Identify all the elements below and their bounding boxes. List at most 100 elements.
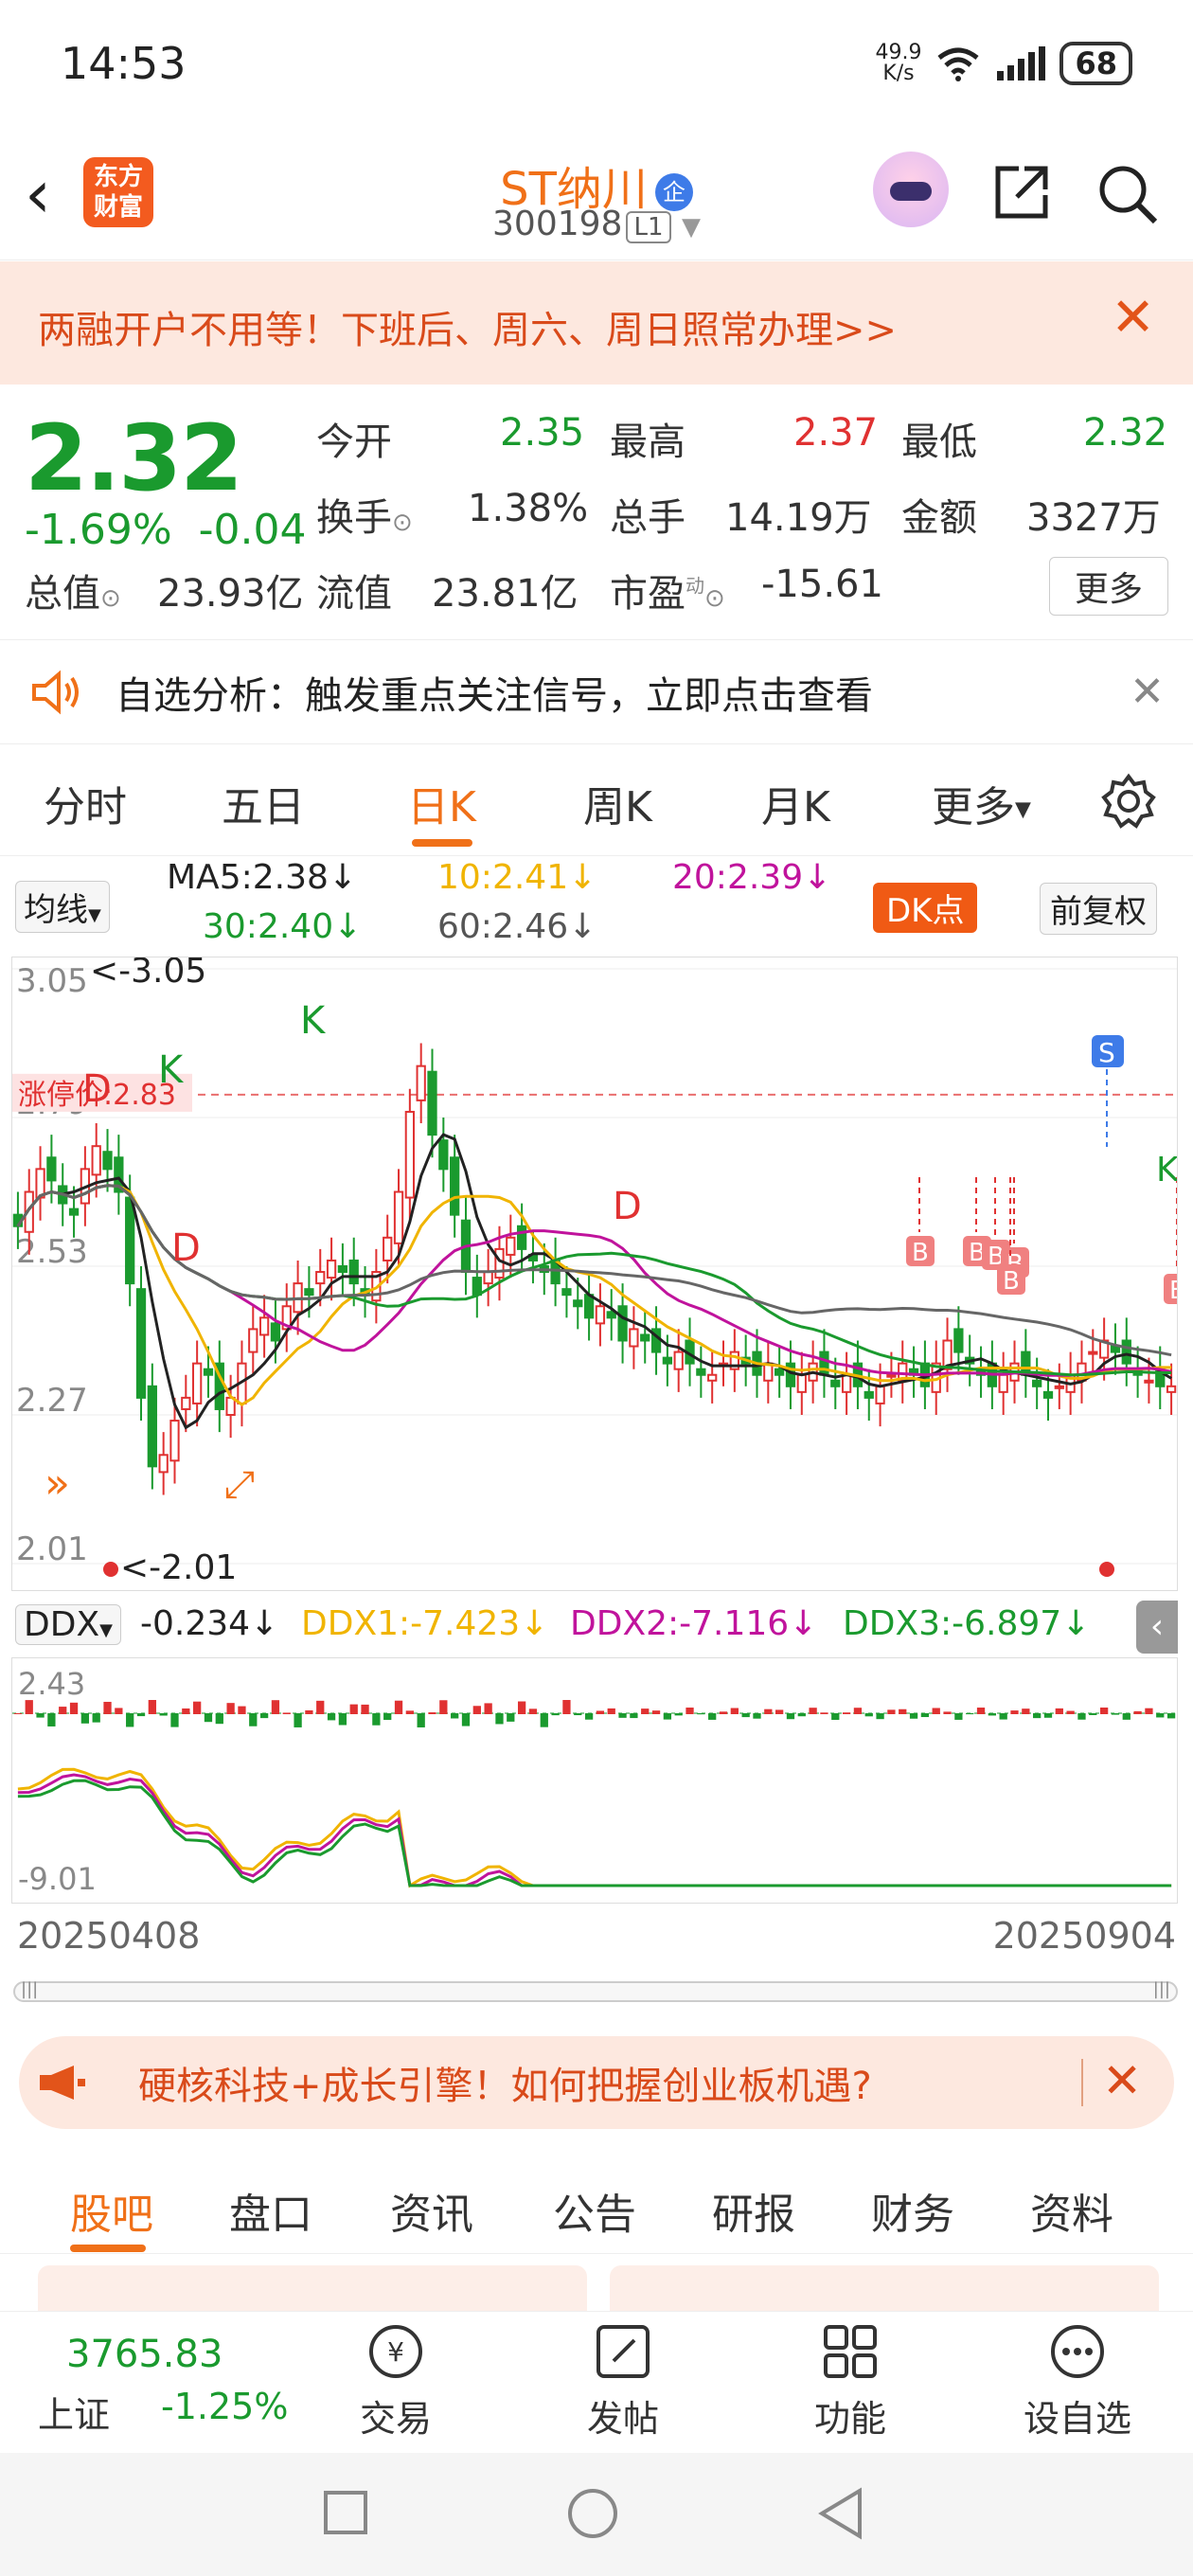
ddx-bar (674, 1713, 683, 1716)
trade-button[interactable]: ¥ 交易 (320, 2321, 472, 2442)
grid-icon (824, 2325, 877, 2378)
ddx-line (17, 1773, 1172, 1887)
tab-announcement[interactable]: 公告 (553, 2180, 636, 2241)
notice-close-icon[interactable]: ✕ (1130, 668, 1165, 716)
promo-banner[interactable]: 两融开户不用等！下班后、周六、周日照常办理>> (0, 261, 1193, 385)
candle-body (248, 1328, 258, 1353)
analysis-notice[interactable]: 自选分析：触发重点关注信号，立即点击查看 ✕ (0, 640, 1193, 744)
index-name[interactable]: 上证 (38, 2386, 110, 2438)
dk-point-button[interactable]: DK点 (873, 883, 978, 933)
more-button[interactable]: 更多 (1048, 557, 1168, 616)
tab-finance[interactable]: 财务 (871, 2180, 954, 2241)
info-icon[interactable]: ⊙ (100, 584, 121, 613)
add-watchlist-button[interactable]: 设自选 (1002, 2321, 1153, 2442)
info-icon[interactable]: ⊙ (392, 509, 413, 537)
ddx-bar (92, 1713, 100, 1723)
candle-body (886, 1373, 897, 1378)
ddx-bar (1111, 1713, 1120, 1715)
notice-text: 自选分析：触发重点关注信号，立即点击查看 (116, 673, 873, 718)
tab-news[interactable]: 资讯 (390, 2180, 473, 2241)
recents-icon[interactable] (322, 2489, 369, 2536)
ma5-label: MA5:2.38↓ (167, 858, 357, 897)
tab-research[interactable]: 研报 (712, 2180, 795, 2241)
ddx-bar (47, 1713, 56, 1726)
ddx-bar (607, 1708, 615, 1714)
clock: 14:53 (61, 38, 187, 89)
candle-body (258, 1316, 270, 1336)
ddx-bar (1133, 1710, 1142, 1714)
ddx-selector[interactable]: DDX▼ (15, 1604, 121, 1645)
ad-close-icon[interactable]: ✕ (1102, 2053, 1142, 2108)
tab-more[interactable]: 更多▼ (932, 773, 1031, 833)
candle-body (819, 1351, 829, 1376)
pe-label-text: 市盈 (610, 572, 686, 616)
candle-body (404, 1110, 415, 1199)
ddx-bar (966, 1713, 974, 1715)
kline-chart[interactable]: 3.052.792.532.272.01涨停价:2.83 DKDKDSBBBBB… (11, 952, 1192, 1591)
ddx-bar (159, 1713, 168, 1716)
ma60-value: 60:2.46 (437, 907, 569, 946)
index-change[interactable]: -1.25% (161, 2386, 288, 2427)
volume-label: 总手 (610, 496, 686, 540)
ddx-bar (842, 1712, 851, 1714)
stock-code-text: 300198 (492, 205, 623, 243)
home-icon[interactable] (566, 2487, 619, 2540)
candle-body (450, 1156, 460, 1216)
mktcap-label: 总值⊙ (25, 563, 121, 617)
candle-body (158, 1454, 169, 1474)
ddx-bar (551, 1713, 560, 1716)
yen-symbol: ¥ (387, 2336, 404, 2368)
ddx-bar (753, 1713, 761, 1719)
ddx-bar (899, 1708, 907, 1714)
ddx-bar (954, 1713, 963, 1720)
change-percent: -1.69% (25, 506, 172, 554)
ad-banner[interactable]: 硬核科技+成长引擎！如何把握创业板机遇? ✕ (19, 2036, 1174, 2129)
assistant-robot-icon[interactable] (873, 152, 949, 227)
ddx-bar (596, 1710, 605, 1714)
index-value[interactable]: 3765.83 (66, 2333, 223, 2376)
ma20-value: 20:2.39 (672, 858, 804, 897)
chart-scrollbar[interactable]: ||| ||| (13, 1979, 1178, 2002)
ma60-label: 60:2.46↓ (437, 907, 596, 946)
down-arrow-icon: ↓ (789, 1604, 818, 1643)
tab-minute[interactable]: 分时 (44, 773, 127, 833)
info-icon[interactable]: ⊙ (704, 584, 725, 613)
ddx-bar (764, 1708, 773, 1714)
ddx-bar (59, 1707, 67, 1714)
ddx-bar (1077, 1713, 1086, 1720)
function-button[interactable]: 功能 (775, 2321, 926, 2442)
tab-daily-k[interactable]: 日K (407, 773, 476, 833)
price-adjust-button[interactable]: 前复权 (1040, 883, 1157, 935)
ddx-chart[interactable]: 2.43 -9.01 (11, 1657, 1178, 1904)
content-tab-underline (70, 2245, 146, 2252)
ma-selector[interactable]: 均线▼ (15, 881, 110, 933)
candle-body (830, 1379, 841, 1387)
fullscreen-icon[interactable]: ⤢ (224, 1463, 255, 1507)
search-icon[interactable] (1095, 161, 1161, 227)
high-value: 2.37 (793, 411, 879, 455)
back-nav-icon[interactable] (816, 2487, 865, 2540)
level-badge: L1 (626, 211, 671, 243)
candle-body (561, 1288, 572, 1297)
candle-body (606, 1311, 616, 1319)
ddx-bar (1166, 1713, 1176, 1719)
ddx-bar (226, 1703, 235, 1714)
tab-monthly-k[interactable]: 月K (761, 773, 830, 833)
tab-profile[interactable]: 资料 (1030, 2180, 1113, 2241)
ddx-bar (259, 1713, 269, 1719)
candle-body (583, 1294, 595, 1319)
tab-five-day[interactable]: 五日 (222, 773, 305, 833)
fast-forward-icon[interactable]: » (45, 1459, 70, 1508)
candle-body (1144, 1379, 1154, 1384)
share-icon[interactable] (990, 161, 1053, 224)
collapse-panel-icon[interactable]: ‹ (1136, 1601, 1178, 1654)
float-label: 流值 (316, 572, 392, 616)
signal-label: K (1156, 1151, 1177, 1190)
ddx-svg (12, 1700, 1177, 1888)
gear-icon[interactable] (1100, 773, 1157, 830)
promo-close-icon[interactable]: ✕ (1111, 292, 1155, 345)
post-button[interactable]: 发帖 (547, 2321, 699, 2442)
tab-weekly-k[interactable]: 周K (583, 773, 652, 833)
tab-pankou[interactable]: 盘口 (229, 2180, 312, 2241)
tab-guba[interactable]: 股吧 (70, 2180, 153, 2241)
